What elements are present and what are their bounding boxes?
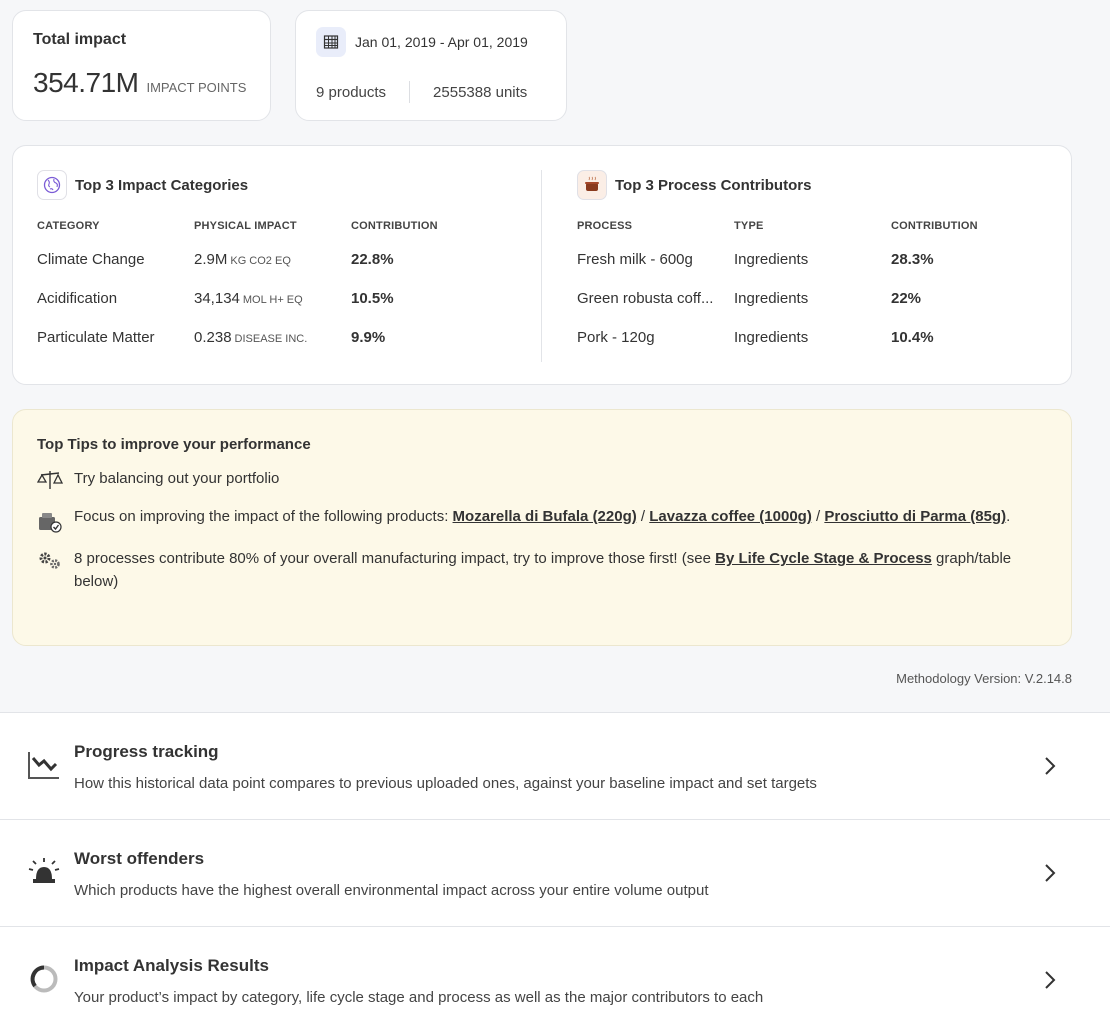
link-separator: / (636, 508, 650, 525)
tips-card: Top Tips to improve your performance Try… (12, 409, 1072, 646)
counts-row: 9 products 2555388 units (316, 81, 546, 103)
tip-text-prefix: 8 processes contribute 80% of your overa… (74, 550, 716, 567)
process-name: Green robusta coff... (577, 290, 714, 307)
methodology-version: Methodology Version: V.2.14.8 (896, 671, 1072, 686)
period-card: Jan 01, 2019 - Apr 01, 2019 9 products 2… (295, 10, 567, 121)
total-impact-label: Total impact (33, 31, 127, 48)
scale-icon (37, 467, 74, 491)
process-contributors-header: Top 3 Process Contributors (577, 170, 1057, 200)
column-header: PHYSICAL IMPACT (194, 220, 297, 232)
contribution: 28.3% (891, 251, 934, 268)
impact-categories-header: Top 3 Impact Categories (37, 170, 517, 200)
cooking-pot-icon (577, 170, 607, 200)
table-row: Green robusta coff... Ingredients 22% (577, 279, 1057, 318)
contribution: 10.5% (351, 290, 394, 307)
contribution: 9.9% (351, 329, 386, 346)
table-row: Climate Change 2.9M KG CO2 EQ 22.8% (37, 240, 517, 279)
tip-item: 8 processes contribute 80% of your overa… (37, 547, 1047, 593)
column-header: CONTRIBUTION (891, 220, 978, 232)
siren-icon (26, 854, 62, 890)
tip-text: Try balancing out your portfolio (74, 470, 280, 487)
chevron-right-icon[interactable] (1040, 967, 1060, 993)
section-title: Impact Analysis Results (74, 956, 269, 975)
process-type: Ingredients (734, 251, 809, 268)
section-description: How this historical data point compares … (74, 775, 817, 792)
tip-text-prefix: Focus on improving the impact of the fol… (74, 508, 453, 525)
lifecycle-link[interactable]: By Life Cycle Stage & Process (715, 550, 932, 567)
physical-impact: 2.9M KG CO2 EQ (194, 251, 351, 268)
counts-divider (409, 81, 411, 103)
categories-table-header: CATEGORY PHYSICAL IMPACT CONTRIBUTION (37, 220, 517, 232)
total-impact-value-row: 354.71M IMPACT POINTS (33, 67, 250, 99)
section-title: Progress tracking (74, 742, 219, 761)
column-header: TYPE (734, 220, 764, 232)
physical-impact: 0.238 DISEASE INC. (194, 329, 351, 346)
category-name: Climate Change (37, 251, 145, 268)
process-type: Ingredients (734, 329, 809, 346)
tip-text: Focus on improving the impact of the fol… (74, 505, 1010, 528)
process-contributors-section: Top 3 Process Contributors PROCESS TYPE … (577, 146, 1057, 357)
total-impact-card: Total impact 354.71M IMPACT POINTS (12, 10, 271, 121)
contribution: 22% (891, 290, 922, 307)
total-impact-value: 354.71M (33, 67, 139, 98)
tip-text: 8 processes contribute 80% of your overa… (74, 547, 1047, 593)
process-name: Fresh milk - 600g (577, 251, 693, 268)
globe-icon (37, 170, 67, 200)
contribution: 10.4% (891, 329, 934, 346)
box-check-icon (37, 505, 74, 533)
category-name: Particulate Matter (37, 329, 155, 346)
column-header: PROCESS (577, 220, 633, 232)
tip-text-suffix: . (1006, 508, 1011, 525)
process-name: Pork - 120g (577, 329, 655, 346)
calendar-grid-icon (316, 27, 346, 57)
ring-progress-icon (26, 961, 62, 997)
link-separator: / (811, 508, 825, 525)
impact-value: 34,134 (194, 290, 240, 307)
product-link[interactable]: Mozarella di Bufala (220g) (453, 508, 637, 525)
section-worst-offenders[interactable]: Worst offenders Which products have the … (0, 820, 1110, 926)
categories-table-body: Climate Change 2.9M KG CO2 EQ 22.8% Acidi… (37, 240, 517, 357)
section-description: Which products have the highest overall … (74, 882, 709, 899)
chevron-right-icon[interactable] (1040, 860, 1060, 886)
chevron-right-icon[interactable] (1040, 753, 1060, 779)
product-link[interactable]: Lavazza coffee (1000g) (649, 508, 812, 525)
products-count: 9 products (316, 83, 387, 101)
process-contributors-title: Top 3 Process Contributors (615, 176, 812, 194)
tip-item: Focus on improving the impact of the fol… (37, 505, 1047, 533)
processes-table-body: Fresh milk - 600g Ingredients 28.3% Gree… (577, 240, 1057, 357)
date-range: Jan 01, 2019 - Apr 01, 2019 (355, 34, 528, 50)
category-name: Acidification (37, 290, 118, 307)
trend-chart-icon (26, 747, 62, 783)
top-three-card: Top 3 Impact Categories CATEGORY PHYSICA… (12, 145, 1072, 385)
impact-unit: MOL H+ EQ (242, 294, 303, 306)
tips-title: Top Tips to improve your performance (37, 436, 311, 453)
gears-icon (37, 547, 74, 572)
column-header: CATEGORY (37, 220, 100, 232)
units-count: 2555388 units (433, 83, 528, 101)
section-progress-tracking[interactable]: Progress tracking How this historical da… (0, 713, 1110, 819)
impact-unit: DISEASE INC. (234, 333, 308, 345)
impact-categories-section: Top 3 Impact Categories CATEGORY PHYSICA… (37, 146, 517, 357)
total-impact-unit: IMPACT POINTS (146, 80, 247, 95)
impact-value: 2.9M (194, 251, 228, 268)
process-type: Ingredients (734, 290, 809, 307)
tip-item: Try balancing out your portfolio (37, 467, 1047, 491)
section-impact-analysis-results[interactable]: Impact Analysis Results Your product’s i… (0, 927, 1110, 1033)
section-divider (541, 170, 542, 362)
table-row: Acidification 34,134 MOL H+ EQ 10.5% (37, 279, 517, 318)
processes-table-header: PROCESS TYPE CONTRIBUTION (577, 220, 1057, 232)
impact-unit: KG CO2 EQ (230, 255, 291, 267)
section-description: Your product’s impact by category, life … (74, 989, 764, 1006)
table-row: Particulate Matter 0.238 DISEASE INC. 9.9… (37, 318, 517, 357)
physical-impact: 34,134 MOL H+ EQ (194, 290, 351, 307)
product-link[interactable]: Prosciutto di Parma (85g) (824, 508, 1006, 525)
table-row: Fresh milk - 600g Ingredients 28.3% (577, 240, 1057, 279)
impact-value: 0.238 (194, 329, 232, 346)
impact-categories-title: Top 3 Impact Categories (75, 176, 249, 194)
contribution: 22.8% (351, 251, 394, 268)
table-row: Pork - 120g Ingredients 10.4% (577, 318, 1057, 357)
section-title: Worst offenders (74, 849, 205, 868)
date-range-row: Jan 01, 2019 - Apr 01, 2019 (316, 27, 546, 57)
column-header: CONTRIBUTION (351, 220, 438, 232)
